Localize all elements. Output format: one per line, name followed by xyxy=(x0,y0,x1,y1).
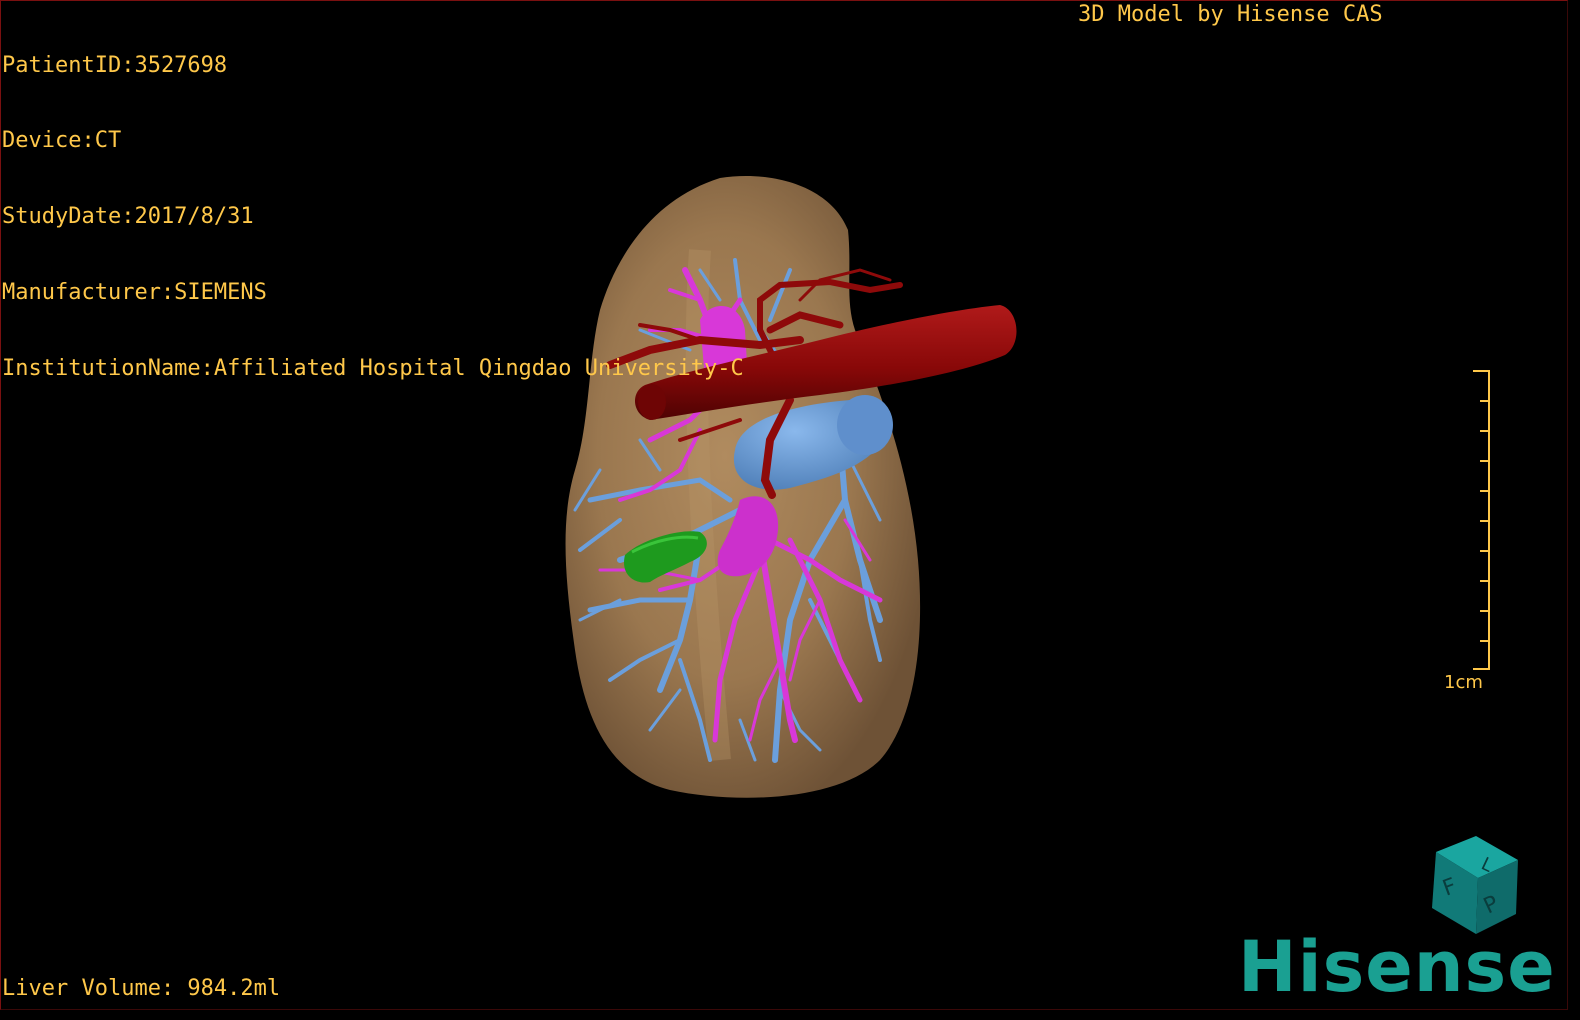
institution-name: InstitutionName:Affiliated Hospital Qing… xyxy=(2,356,744,382)
scale-bar xyxy=(1473,370,1490,670)
study-date: StudyDate:2017/8/31 xyxy=(2,204,254,230)
patient-info-overlay: PatientID:3527698 Device:CT StudyDate:20… xyxy=(2,2,744,407)
model-caption: 3D Model by Hisense CAS xyxy=(1078,2,1383,27)
hisense-logo: Hisense xyxy=(1238,926,1556,1008)
manufacturer: Manufacturer:SIEMENS xyxy=(2,280,267,306)
orientation-cube[interactable]: F L P xyxy=(1418,830,1528,940)
scale-label: 1cm xyxy=(1444,672,1483,693)
patient-id: PatientID:3527698 xyxy=(2,52,228,78)
device: Device:CT xyxy=(2,128,122,154)
liver-volume: Liver Volume: 984.2ml xyxy=(2,976,281,1001)
